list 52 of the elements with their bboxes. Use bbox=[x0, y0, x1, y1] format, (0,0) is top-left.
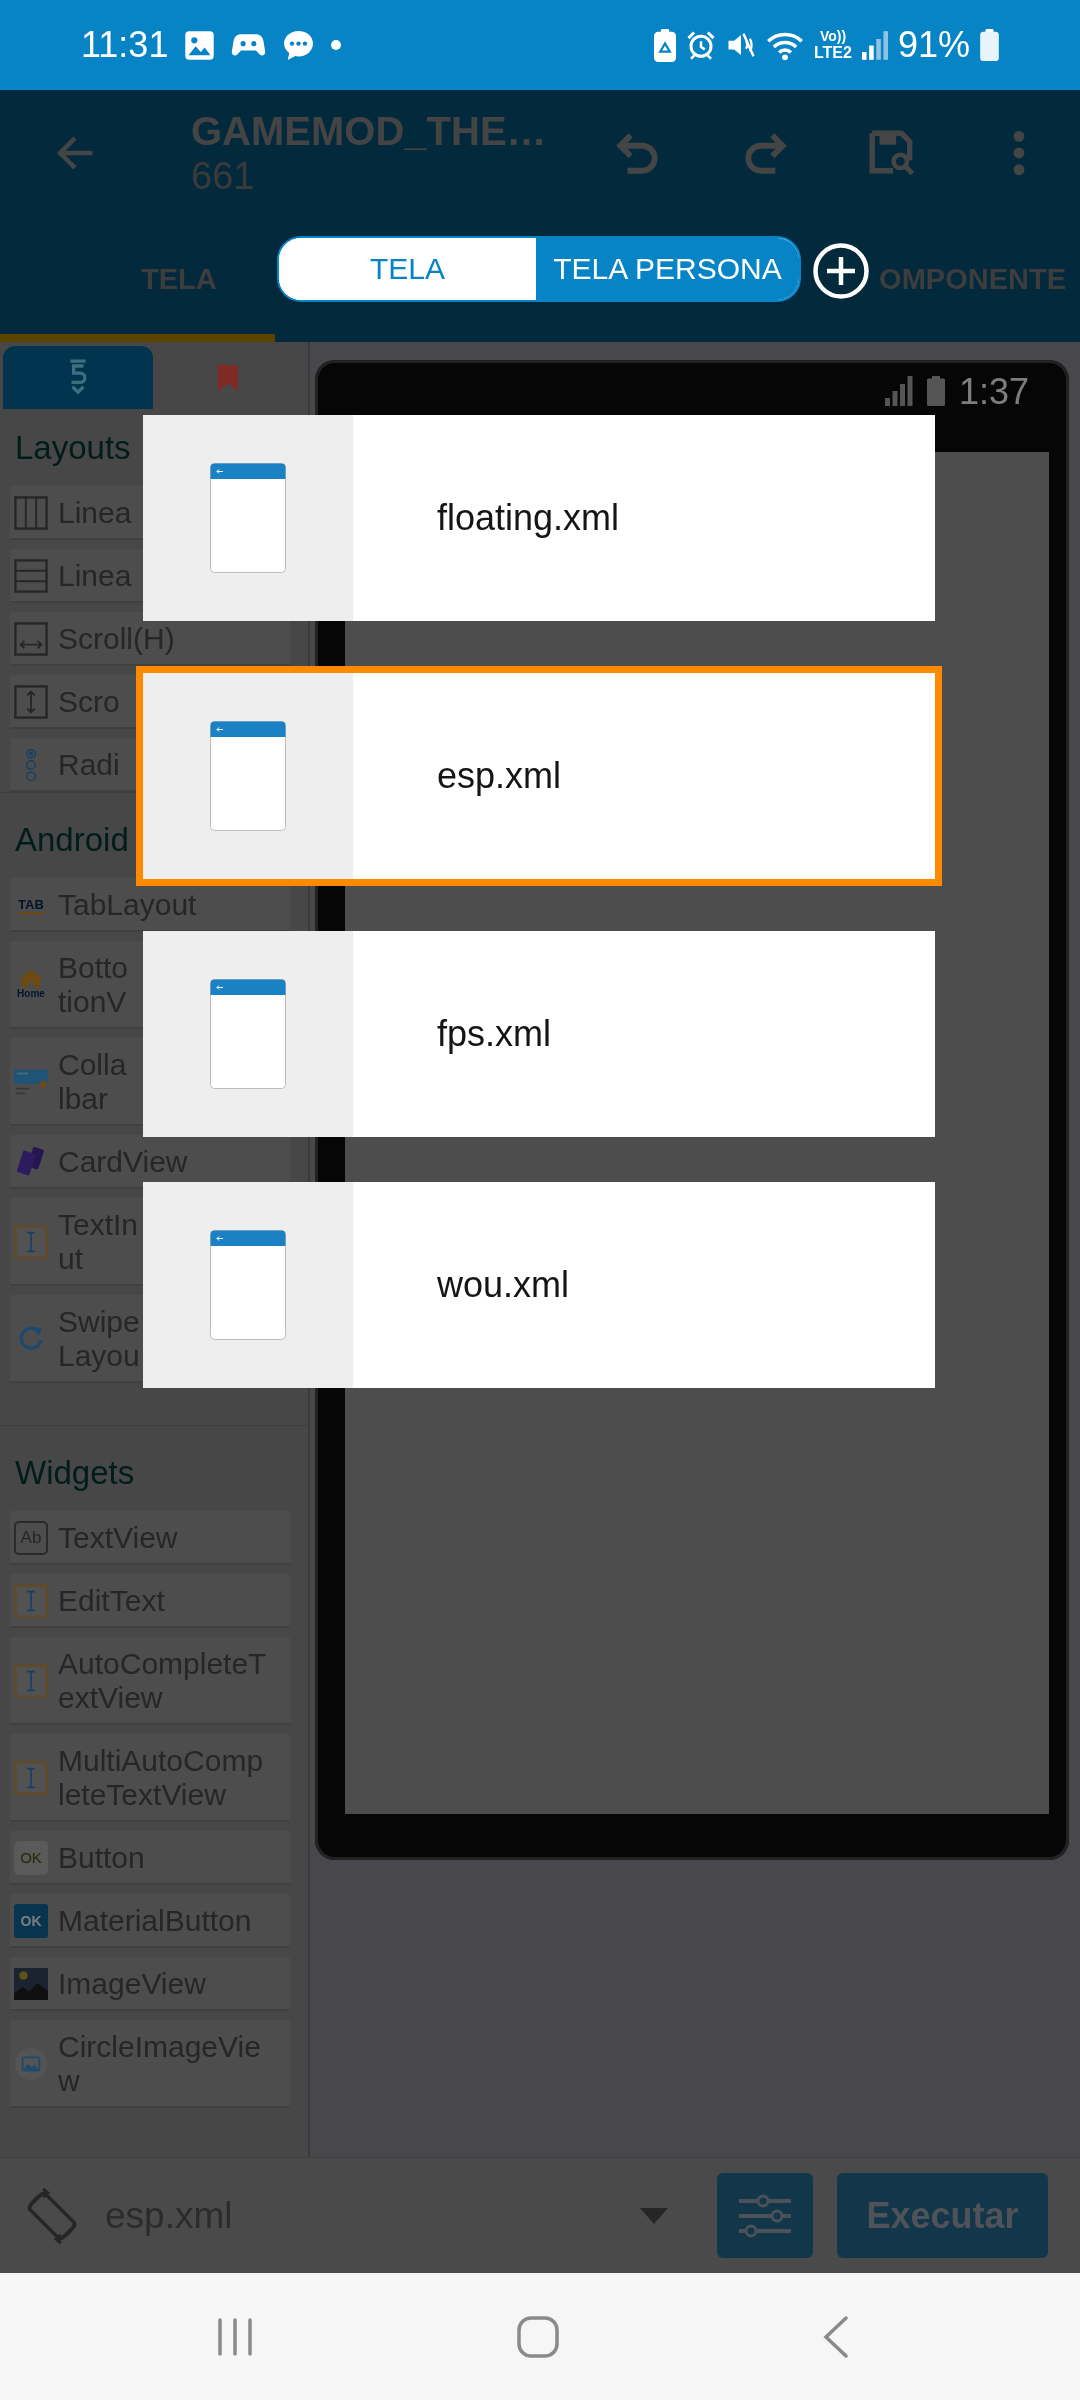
gallery-icon bbox=[184, 29, 216, 61]
section-title: Layouts bbox=[15, 428, 131, 467]
chat-bubble-icon bbox=[282, 28, 316, 62]
file-card[interactable]: floating.xml bbox=[143, 415, 935, 621]
file-card[interactable]: wou.xml bbox=[143, 1182, 935, 1388]
palette-tab[interactable] bbox=[3, 346, 153, 409]
preview-clock-time: 1:37 bbox=[958, 376, 1029, 408]
sliders-icon bbox=[737, 2193, 793, 2238]
horizontal-arrows-icon bbox=[14, 622, 48, 656]
back-icon[interactable] bbox=[823, 2315, 849, 2358]
rows-layout-icon bbox=[14, 559, 48, 593]
caret-icon bbox=[640, 2207, 668, 2224]
ok-button-icon: OK bbox=[14, 1841, 48, 1875]
screen-thumbnail-icon bbox=[210, 463, 286, 573]
clock-time: 11:31 bbox=[81, 25, 169, 65]
columns-layout-icon bbox=[14, 496, 48, 530]
radio-buttons-icon bbox=[25, 748, 37, 782]
signal-icon bbox=[861, 30, 888, 60]
screen-tab[interactable]: OMPONENTE bbox=[869, 215, 1080, 342]
battery-percent: 91% bbox=[897, 25, 970, 65]
muted-speaker-icon bbox=[726, 30, 756, 60]
volte-label: Vo)) bbox=[819, 29, 847, 44]
battery-icon bbox=[980, 29, 999, 61]
vertical-arrows-icon bbox=[14, 685, 48, 719]
screen-thumbnail-icon bbox=[210, 721, 286, 831]
file-card[interactable]: esp.xml bbox=[136, 666, 942, 886]
text-cursor-icon bbox=[14, 1584, 48, 1618]
alarm-clock-icon bbox=[686, 30, 716, 60]
landscape-icon bbox=[14, 1967, 48, 2001]
project-subtitle: 661 bbox=[191, 153, 255, 198]
section-title: Android bbox=[15, 820, 129, 859]
screen-thumbnail-icon bbox=[210, 1230, 286, 1340]
file-card[interactable]: fps.xml bbox=[143, 931, 935, 1137]
settings-button[interactable] bbox=[717, 2173, 813, 2258]
text-cursor-icon bbox=[14, 1664, 48, 1698]
text-cursor-icon bbox=[14, 1761, 48, 1795]
bookmark-icon bbox=[218, 364, 238, 391]
section-title: Widgets bbox=[15, 1453, 135, 1492]
picture-icon bbox=[14, 2047, 48, 2081]
text-cursor-icon bbox=[14, 1225, 48, 1259]
add-icon[interactable] bbox=[813, 243, 869, 299]
home-icon[interactable] bbox=[517, 2315, 559, 2358]
screen-thumbnail-icon bbox=[210, 979, 286, 1089]
segment-tab[interactable]: TELA PERSONA bbox=[536, 238, 799, 300]
project-title: GAMEMOD_THE… bbox=[191, 107, 547, 154]
network-type-label: LTE2 bbox=[814, 44, 852, 61]
signal-icon bbox=[884, 376, 913, 406]
battery-icon bbox=[926, 376, 945, 406]
notification-dot-icon bbox=[331, 40, 342, 50]
recents-icon[interactable] bbox=[217, 2317, 253, 2356]
ok-button-icon: OK bbox=[14, 1904, 48, 1938]
run-button[interactable]: Executar bbox=[837, 2173, 1048, 2258]
